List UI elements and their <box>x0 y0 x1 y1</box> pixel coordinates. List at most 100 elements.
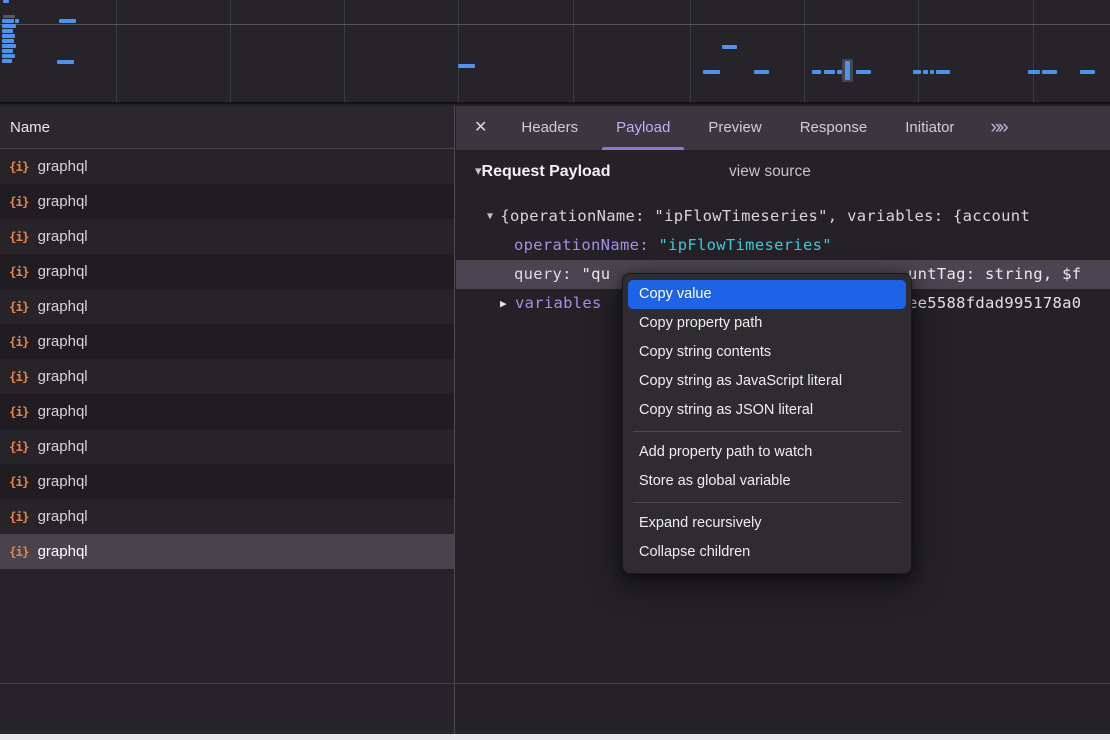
request-name-label: graphql <box>38 403 88 420</box>
menu-item-copy-string-as-javascript-literal[interactable]: Copy string as JavaScript literal <box>628 367 906 396</box>
network-activity-bar <box>2 59 12 63</box>
selected-request-marker <box>842 59 853 82</box>
network-activity-bar <box>15 19 19 23</box>
menu-item-copy-string-as-json-literal[interactable]: Copy string as JSON literal <box>628 396 906 425</box>
request-row-graphql[interactable]: {i} graphql <box>0 184 454 219</box>
menu-item-copy-string-contents[interactable]: Copy string contents <box>628 338 906 367</box>
devtools-network-panel: Name {i} graphql {i} graphql {i} graphql {i} gr… <box>0 0 1110 740</box>
timeline-gridline <box>230 0 231 102</box>
menu-separator <box>633 502 901 503</box>
network-activity-bar <box>3 0 9 3</box>
expanded-caret-icon[interactable]: ▼ <box>487 211 493 222</box>
menu-item-copy-property-path[interactable]: Copy property path <box>628 309 906 338</box>
request-name-label: graphql <box>38 158 88 175</box>
details-tab-bar: ✕ Headers Payload Preview Response Initiator… <box>456 106 1110 150</box>
network-activity-bar <box>722 45 737 49</box>
timeline-gridline <box>0 24 1110 25</box>
network-activity-bar <box>2 19 14 23</box>
tab-payload[interactable]: Payload <box>616 106 670 150</box>
requests-panel: Name {i} graphql {i} graphql {i} graphql {i} gr… <box>0 106 455 734</box>
json-braces-icon: {i} <box>9 439 29 454</box>
property-key: query: <box>514 265 572 283</box>
request-row-graphql[interactable]: {i} graphql <box>0 324 454 359</box>
request-row-graphql[interactable]: {i} graphql <box>0 149 454 184</box>
timeline-gridline <box>918 0 919 102</box>
network-activity-bar <box>2 49 13 53</box>
request-row-graphql[interactable]: {i}graphql <box>0 254 454 289</box>
network-activity-bar <box>1028 70 1040 74</box>
request-row-graphql[interactable]: {i}graphql <box>0 289 454 324</box>
request-name-label: graphql <box>38 473 88 490</box>
menu-item-add-property-path-to-watch[interactable]: Add property path to watch <box>628 438 906 467</box>
request-row-graphql[interactable]: {i} graphql <box>0 394 454 429</box>
request-name-label: graphql <box>38 263 88 280</box>
tab-response[interactable]: Response <box>800 106 868 150</box>
network-activity-bar <box>458 64 475 68</box>
timeline-gridline <box>573 0 574 102</box>
name-column-header[interactable]: Name <box>0 106 454 149</box>
property-value: "ipFlowTimeseries" <box>659 236 832 254</box>
property-key: operationName: <box>514 236 649 254</box>
payload-root-row[interactable]: ▼ {operationName: "ipFlowTimeseries", var… <box>456 202 1110 231</box>
request-row-graphql[interactable]: {i}graphql <box>0 499 454 534</box>
json-braces-icon: {i} <box>9 159 29 174</box>
menu-separator <box>633 431 901 432</box>
network-activity-bar <box>59 19 76 23</box>
footer-divider <box>0 683 1110 684</box>
request-row-graphql[interactable]: {i}graphql <box>0 534 454 569</box>
request-row-graphql[interactable]: {i}graphql <box>0 359 454 394</box>
tab-headers[interactable]: Headers <box>521 106 578 150</box>
menu-item-copy-value[interactable]: Copy value <box>628 280 906 309</box>
json-braces-icon: {i} <box>9 229 29 244</box>
network-activity-bar <box>2 39 14 43</box>
network-activity-bar <box>703 70 720 74</box>
request-payload-section: ▾Request Payload view source <box>475 163 610 181</box>
request-row-graphql[interactable]: {i} graphql <box>0 429 454 464</box>
network-activity-bar <box>57 60 74 64</box>
menu-item-collapse-children[interactable]: Collapse children <box>628 538 906 567</box>
collapsed-caret-icon[interactable]: ▶ <box>500 297 507 310</box>
request-name-label: graphql <box>38 543 88 560</box>
selected-request-tick <box>845 61 850 80</box>
request-name-label: graphql <box>38 333 88 350</box>
network-activity-bar <box>2 54 15 58</box>
menu-item-expand-recursively[interactable]: Expand recursively <box>628 509 906 538</box>
request-name-label: graphql <box>38 193 88 210</box>
network-overview-timeline[interactable] <box>0 0 1110 104</box>
operation-name-row[interactable]: operationName: "ipFlowTimeseries" <box>456 231 1110 260</box>
json-braces-icon: {i} <box>9 334 29 349</box>
more-tabs-icon[interactable]: »» <box>990 106 1005 150</box>
json-braces-icon: {i} <box>9 404 29 419</box>
network-activity-bar <box>856 70 871 74</box>
json-braces-icon: {i} <box>9 474 29 489</box>
network-activity-bar <box>3 15 15 18</box>
network-activity-bar <box>754 70 769 74</box>
network-activity-bar <box>2 34 15 38</box>
payload-summary: {operationName: "ipFlowTimeseries", vari… <box>500 207 1030 225</box>
timeline-gridline <box>458 0 459 102</box>
json-braces-icon: {i} <box>9 194 29 209</box>
network-activity-bar <box>913 70 921 74</box>
timeline-gridline <box>1033 0 1034 102</box>
json-braces-icon: {i} <box>9 509 29 524</box>
request-row-graphql[interactable]: {i}graphql <box>0 219 454 254</box>
context-menu: Copy valueCopy property pathCopy string … <box>622 273 912 574</box>
timeline-gridline <box>690 0 691 102</box>
request-name-label: graphql <box>38 438 88 455</box>
close-icon[interactable]: ✕ <box>474 106 487 150</box>
details-tabs: Headers Payload Preview Response Initiator <box>521 106 954 150</box>
json-braces-icon: {i} <box>9 299 29 314</box>
request-name-label: graphql <box>38 368 88 385</box>
tab-initiator[interactable]: Initiator <box>905 106 954 150</box>
menu-item-store-as-global-variable[interactable]: Store as global variable <box>628 467 906 496</box>
network-activity-bar <box>923 70 928 74</box>
view-source-link[interactable]: view source <box>729 163 811 181</box>
timeline-gridline <box>804 0 805 102</box>
network-activity-bar <box>936 70 950 74</box>
tab-preview[interactable]: Preview <box>708 106 761 150</box>
request-row-graphql[interactable]: {i} graphql <box>0 464 454 499</box>
window-bottom-edge <box>0 734 1110 740</box>
property-value-right: untTag: string, $f <box>908 260 1081 289</box>
section-title: Request Payload <box>482 163 611 180</box>
property-value-left: "qu <box>581 265 610 283</box>
